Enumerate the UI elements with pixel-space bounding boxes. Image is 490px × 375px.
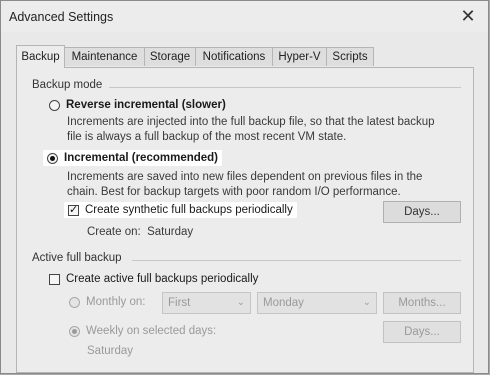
synthetic-full-checkbox[interactable] [68,203,79,216]
active-full-label: Create active full backups periodically [66,273,259,285]
tab-maintenance[interactable]: Maintenance [64,47,145,66]
reverse-incremental-label: Reverse incremental (slower) [66,99,226,111]
incremental-desc-line-2: chain. Best for backup targets with poor… [67,186,401,198]
tab-notifications[interactable]: Notifications [195,47,273,66]
backup-tab-panel: Backup mode Reverse incremental (slower)… [16,67,474,373]
weekly-radio[interactable] [69,325,80,337]
tab-hyper-v[interactable]: Hyper-V [272,47,327,66]
incremental-radio-row[interactable]: Incremental (recommended) [43,150,223,166]
monthly-radio-row[interactable]: Monthly on: [69,296,145,308]
months-button[interactable]: Months... [383,292,461,314]
weekly-label: Weekly on selected days: [86,325,217,337]
incremental-radio[interactable] [47,152,58,164]
tab-backup[interactable]: Backup [16,45,65,68]
reverse-desc-line-1: Increments are injected into the full ba… [67,116,435,128]
monthly-day-select[interactable]: Monday ⌄ [257,292,377,314]
active-full-heading: Active full backup [32,252,122,264]
reverse-desc-line-2: file is always a full backup of the most… [67,131,347,143]
backup-mode-heading: Backup mode [32,79,103,91]
incremental-label: Incremental (recommended) [64,152,219,164]
reverse-incremental-radio[interactable] [49,99,60,111]
title-bar: Advanced Settings ✕ [1,1,488,32]
advanced-settings-dialog: Advanced Settings ✕ Backup Maintenance S… [0,0,489,374]
monthly-week-select[interactable]: First ⌄ [162,292,251,314]
incremental-desc-line-1: Increments are saved into new files depe… [67,171,423,183]
window-title: Advanced Settings [9,10,114,24]
synthetic-full-checkbox-row[interactable]: Create synthetic full backups periodical… [64,202,297,218]
active-full-checkbox[interactable] [49,273,60,285]
reverse-incremental-radio-row[interactable]: Reverse incremental (slower) [49,99,226,111]
reverse-incremental-description: Increments are injected into the full ba… [67,115,435,145]
chevron-down-icon: ⌄ [362,297,371,308]
weekly-radio-row[interactable]: Weekly on selected days: [69,325,216,337]
backup-mode-divider [109,87,461,88]
close-icon[interactable]: ✕ [458,6,478,26]
synthetic-days-button[interactable]: Days... [383,201,461,223]
synthetic-full-label: Create synthetic full backups periodical… [85,204,293,216]
active-full-divider [132,260,461,261]
monthly-radio[interactable] [69,296,80,308]
weekly-days-text: Saturday [87,345,134,357]
synthetic-create-on: Create on: Saturday [87,226,194,238]
monthly-day-value: Monday [263,297,304,309]
chevron-down-icon: ⌄ [236,297,245,308]
weekly-days-button[interactable]: Days... [383,321,461,343]
tab-scripts[interactable]: Scripts [326,47,374,66]
tab-storage[interactable]: Storage [144,47,196,66]
incremental-description: Increments are saved into new files depe… [67,170,422,200]
monthly-label: Monthly on: [86,296,146,308]
monthly-week-value: First [168,297,191,309]
active-full-checkbox-row[interactable]: Create active full backups periodically [49,273,258,285]
